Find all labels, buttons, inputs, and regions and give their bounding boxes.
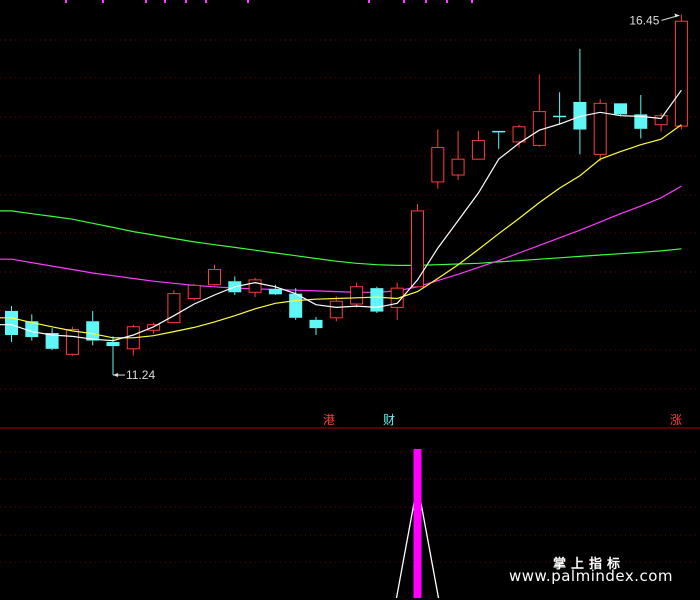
ma60-path [0,210,682,266]
candle-body-down [106,341,120,347]
candle [573,48,587,155]
candle-body-up [187,284,201,299]
top-marks [65,0,473,3]
tag-gang: 港 [322,413,335,427]
candle [451,130,465,180]
top-mark [205,0,207,3]
candle [86,310,100,346]
candle-body-down [370,288,384,312]
low-price-label: 11.24 [126,368,155,382]
watermark-url: www.palmindex.com [509,567,674,585]
candle [593,99,607,162]
candle [532,74,546,147]
candle-body-down [5,310,18,336]
candle-body-down [289,293,303,318]
candle-body-up [65,329,79,355]
candle-body-up [147,324,161,331]
top-mark [164,0,166,3]
candle-body-down [614,103,627,115]
candle [126,324,140,356]
candle [674,14,688,130]
candle [248,277,262,298]
signal-bar [413,449,422,598]
candle [350,282,364,308]
candle-body-up [329,300,343,319]
tag-zhang: 涨 [669,413,682,427]
candle-body-up [248,279,262,293]
ma20-line [0,185,682,293]
candle [471,130,485,160]
top-mark [185,0,187,3]
top-mark [368,0,370,3]
low-arrow-head [113,373,118,378]
stock-chart: 16.45 11.24 港 财 涨 掌上指标 www.palmindex.com [0,0,700,600]
candle-body-up [451,158,465,176]
candle [208,264,221,286]
candle-body-down [553,115,567,118]
candle [309,317,323,336]
candle [431,129,445,189]
top-mark [425,0,427,3]
candlestick-chart: 16.45 11.24 [0,0,700,599]
candle [187,284,201,301]
candle [289,288,303,320]
candle-body-up [593,102,607,155]
candle-body-up [654,115,668,126]
candle-body-up [431,146,445,183]
ma20-path [0,185,682,293]
top-mark [446,0,448,3]
candle [5,306,18,342]
tag-cai: 财 [382,413,395,427]
top-mark [471,0,473,3]
candle [492,130,506,149]
candle-body-up [471,140,485,160]
candle-body-up [411,210,424,288]
candle-body-down [309,319,323,329]
candle [370,286,384,313]
candle-body-up [208,269,221,286]
candle [25,314,39,341]
candle-body-up [350,286,364,305]
candle-body-up [512,126,526,143]
candle [654,112,668,132]
candle-body-up [674,20,688,127]
candle [614,103,627,116]
candle [390,282,404,320]
signal-panel [395,449,440,599]
candle [329,296,343,322]
candle [106,336,120,376]
ma60-line [0,210,682,266]
top-mark [65,0,67,3]
candle-body-down [86,321,100,341]
top-mark [102,0,104,3]
candle-body-down [268,288,282,295]
top-mark [145,0,147,3]
top-mark [403,0,405,3]
candle-body-down [492,130,506,133]
candle [553,92,567,125]
top-mark [247,0,249,3]
candle [45,328,59,351]
high-price-label: 16.45 [629,13,659,27]
